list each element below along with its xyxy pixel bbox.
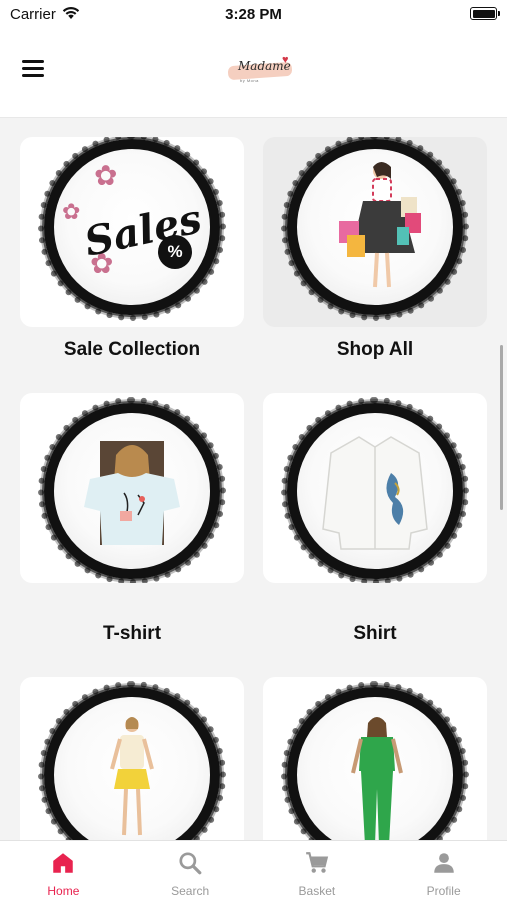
battery-icon (470, 7, 500, 20)
category-label[interactable]: Shirt (263, 623, 487, 645)
t-shirt-model-photo (84, 441, 180, 545)
tab-label: Profile (426, 884, 461, 898)
tab-label: Basket (298, 884, 336, 898)
category-grid: ✿ ✿ ✿ Sales % Sale Collection Shop All T… (0, 119, 507, 840)
percent-badge: % (158, 235, 192, 269)
tab-home[interactable]: Home (0, 841, 127, 900)
cart-icon (306, 852, 329, 873)
category-card-dress[interactable] (20, 677, 244, 840)
flower-icon: ✿ (62, 199, 81, 224)
category-image: ✿ ✿ ✿ Sales % (38, 137, 226, 321)
person-icon (433, 853, 454, 873)
hamburger-menu-icon[interactable] (22, 60, 48, 82)
category-label[interactable]: Shop All (263, 339, 487, 361)
category-card-shop-all[interactable] (263, 137, 487, 327)
brand-logo: Madame ♥ by Mona (224, 54, 298, 88)
shopping-woman-illustration (339, 162, 421, 288)
category-card-shirt[interactable] (263, 393, 487, 583)
shirt-photo (322, 436, 428, 550)
scrollbar[interactable] (500, 345, 503, 510)
category-image (281, 397, 469, 583)
tab-search[interactable]: Search (127, 841, 254, 900)
home-icon (53, 853, 74, 873)
logo-subtitle: by Mona (240, 78, 259, 83)
bottom-tab-bar: Home Search Basket Profile (0, 840, 507, 900)
category-image (281, 137, 469, 321)
green-outfit-model-photo (351, 717, 403, 840)
tab-profile[interactable]: Profile (380, 841, 507, 900)
category-image (38, 397, 226, 583)
status-bar: Carrier 3:28 PM (0, 0, 507, 30)
app-header: Madame ♥ by Mona (0, 30, 507, 118)
clock: 3:28 PM (225, 6, 282, 23)
flower-icon: ✿ (94, 160, 118, 191)
category-card-t-shirt[interactable] (20, 393, 244, 583)
category-label[interactable]: Sale Collection (20, 339, 244, 361)
tab-basket[interactable]: Basket (254, 841, 381, 900)
category-image (281, 681, 469, 840)
heart-icon: ♥ (282, 54, 289, 66)
tab-label: Search (171, 884, 210, 898)
category-card-set[interactable] (263, 677, 487, 840)
category-label[interactable]: T-shirt (20, 623, 244, 645)
category-image (38, 681, 226, 840)
category-card-sale-collection[interactable]: ✿ ✿ ✿ Sales % (20, 137, 244, 327)
search-icon (179, 852, 202, 875)
tab-label: Home (47, 884, 80, 898)
dress-model-photo (110, 717, 154, 836)
